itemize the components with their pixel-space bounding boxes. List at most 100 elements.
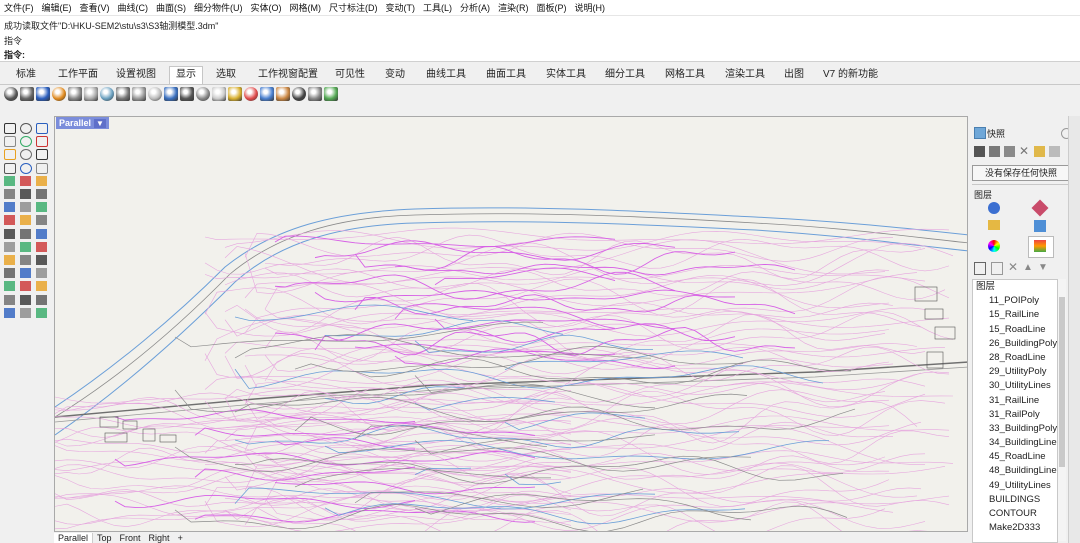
tool-icon-23[interactable]	[36, 215, 47, 226]
delete-layer-icon[interactable]: ✕	[1008, 261, 1018, 273]
tool-icon-25[interactable]	[20, 228, 31, 239]
wireframe-icon[interactable]	[4, 87, 18, 101]
tool-icon-27[interactable]	[4, 241, 15, 252]
restore-icon[interactable]	[1049, 146, 1060, 157]
layer-item[interactable]: 48_BuildingLine	[973, 464, 1057, 478]
tool-icon-26[interactable]	[36, 228, 47, 239]
edit-icon[interactable]	[989, 146, 1000, 157]
tool-icon-20[interactable]	[36, 202, 47, 213]
tool-icon-16[interactable]	[20, 189, 31, 199]
tool-icon-5[interactable]	[36, 136, 48, 148]
save-icon[interactable]	[974, 146, 985, 157]
environment-icon[interactable]	[228, 87, 242, 101]
tool-icon-38[interactable]	[36, 281, 47, 292]
tool-icon-44[interactable]	[36, 307, 47, 318]
viewport-tab-2[interactable]: Front	[116, 533, 145, 543]
menu-item[interactable]: 实体(O)	[247, 1, 286, 14]
tool-icon-24[interactable]	[4, 228, 15, 239]
viewport-tab-4[interactable]: +	[174, 533, 187, 543]
artistic-icon[interactable]	[100, 87, 114, 101]
tool-icon-1[interactable]	[20, 123, 32, 134]
folder-open-icon[interactable]	[988, 220, 1000, 230]
tool-icon-42[interactable]	[4, 307, 15, 318]
menu-item[interactable]: 渲染(R)	[494, 1, 533, 14]
layer-item[interactable]: 26_BuildingPoly	[973, 337, 1057, 351]
tool-icon-13[interactable]	[20, 175, 31, 186]
layer-item[interactable]: 49_UtilityLines	[973, 479, 1057, 493]
ghosted-icon[interactable]	[52, 87, 66, 101]
layer-color-icon[interactable]	[988, 202, 1000, 214]
tool-icon-11[interactable]	[36, 162, 48, 174]
layer-item[interactable]: 30_UtilityLines	[973, 379, 1057, 393]
technical-icon[interactable]	[84, 87, 98, 101]
tool-icon-3[interactable]	[4, 136, 16, 148]
menu-item[interactable]: 尺寸标注(D)	[325, 1, 382, 14]
tool-icon-22[interactable]	[20, 215, 31, 226]
tab-14[interactable]: 出图	[778, 67, 810, 82]
tab-11[interactable]: 细分工具	[599, 67, 651, 82]
pen-icon[interactable]	[116, 87, 130, 101]
menu-item[interactable]: 文件(F)	[0, 1, 38, 14]
tab-7[interactable]: 变动	[379, 67, 411, 82]
tool-icon-9[interactable]	[4, 162, 16, 174]
menu-item[interactable]: 变动(T)	[382, 1, 420, 14]
tool-icon-33[interactable]	[4, 268, 15, 279]
tool-icon-32[interactable]	[36, 255, 47, 265]
viewport-tab-1[interactable]: Top	[93, 533, 116, 543]
tool-icon-14[interactable]	[36, 175, 47, 186]
tool-icon-28[interactable]	[20, 241, 31, 252]
tool-icon-0[interactable]	[4, 123, 16, 134]
new-sublayer-icon[interactable]	[991, 262, 1003, 275]
tool-icon-34[interactable]	[20, 268, 31, 279]
update-icon[interactable]	[1004, 146, 1015, 157]
layer-item[interactable]: 29_UtilityPoly	[973, 365, 1057, 379]
layer-item[interactable]: BUILDINGS	[973, 493, 1057, 507]
menu-item[interactable]: 面板(P)	[533, 1, 571, 14]
tool-icon-29[interactable]	[36, 241, 47, 252]
layer-scrollbar[interactable]	[1058, 279, 1066, 541]
scrollbar-thumb[interactable]	[1059, 297, 1065, 467]
tool-icon-41[interactable]	[36, 294, 47, 305]
menu-item[interactable]: 曲线(C)	[114, 1, 153, 14]
menu-item[interactable]: 分析(A)	[456, 1, 494, 14]
viewport-label[interactable]: Parallel ▼	[56, 117, 109, 129]
shaded-icon[interactable]	[20, 87, 34, 101]
tab-6[interactable]: 可见性	[329, 67, 371, 82]
tab-3[interactable]: 显示	[169, 66, 203, 84]
layer-item[interactable]: 33_BuildingPoly	[973, 422, 1057, 436]
tool-icon-35[interactable]	[36, 268, 47, 279]
tool-icon-36[interactable]	[4, 281, 15, 292]
tool-icon-37[interactable]	[20, 281, 31, 292]
tab-4[interactable]: 选取	[210, 67, 242, 82]
color-wheel-icon[interactable]	[988, 240, 1000, 252]
toggle-icon[interactable]	[244, 87, 258, 101]
layers-icon[interactable]	[1034, 240, 1046, 252]
viewport-tab-0[interactable]: Parallel	[54, 532, 94, 543]
tab-12[interactable]: 网格工具	[659, 67, 711, 82]
menu-item[interactable]: 查看(V)	[76, 1, 114, 14]
layer-item[interactable]: 28_RoadLine	[973, 351, 1057, 365]
command-input[interactable]: 指令:	[4, 48, 25, 61]
tool-icon-15[interactable]	[4, 189, 15, 199]
tab-13[interactable]: 渲染工具	[719, 67, 771, 82]
ground-icon[interactable]	[180, 87, 194, 101]
tool-icon-6[interactable]	[4, 149, 16, 161]
tool-icon-39[interactable]	[4, 294, 15, 305]
menu-item[interactable]: 编辑(E)	[38, 1, 76, 14]
tool-icon-31[interactable]	[20, 255, 31, 265]
layer-item[interactable]: 31_RailPoly	[973, 408, 1057, 422]
capture-icon[interactable]	[324, 87, 338, 101]
light-icon[interactable]	[212, 87, 226, 101]
tool-icon-2[interactable]	[36, 123, 48, 134]
menu-item[interactable]: 曲面(S)	[152, 1, 190, 14]
tool-icon-40[interactable]	[20, 294, 31, 305]
xray-icon[interactable]	[68, 87, 82, 101]
layer-item[interactable]: 34_BuildingLine	[973, 436, 1057, 450]
tool-icon-8[interactable]	[36, 149, 48, 161]
menu-item[interactable]: 网格(M)	[286, 1, 326, 14]
tool-icon-19[interactable]	[20, 202, 31, 213]
chevron-down-icon[interactable]: ▼	[94, 118, 106, 128]
snapshot-status-button[interactable]: 没有保存任何快照	[972, 165, 1070, 181]
rendered-icon[interactable]	[36, 87, 50, 101]
display-options-icon[interactable]	[164, 87, 178, 101]
